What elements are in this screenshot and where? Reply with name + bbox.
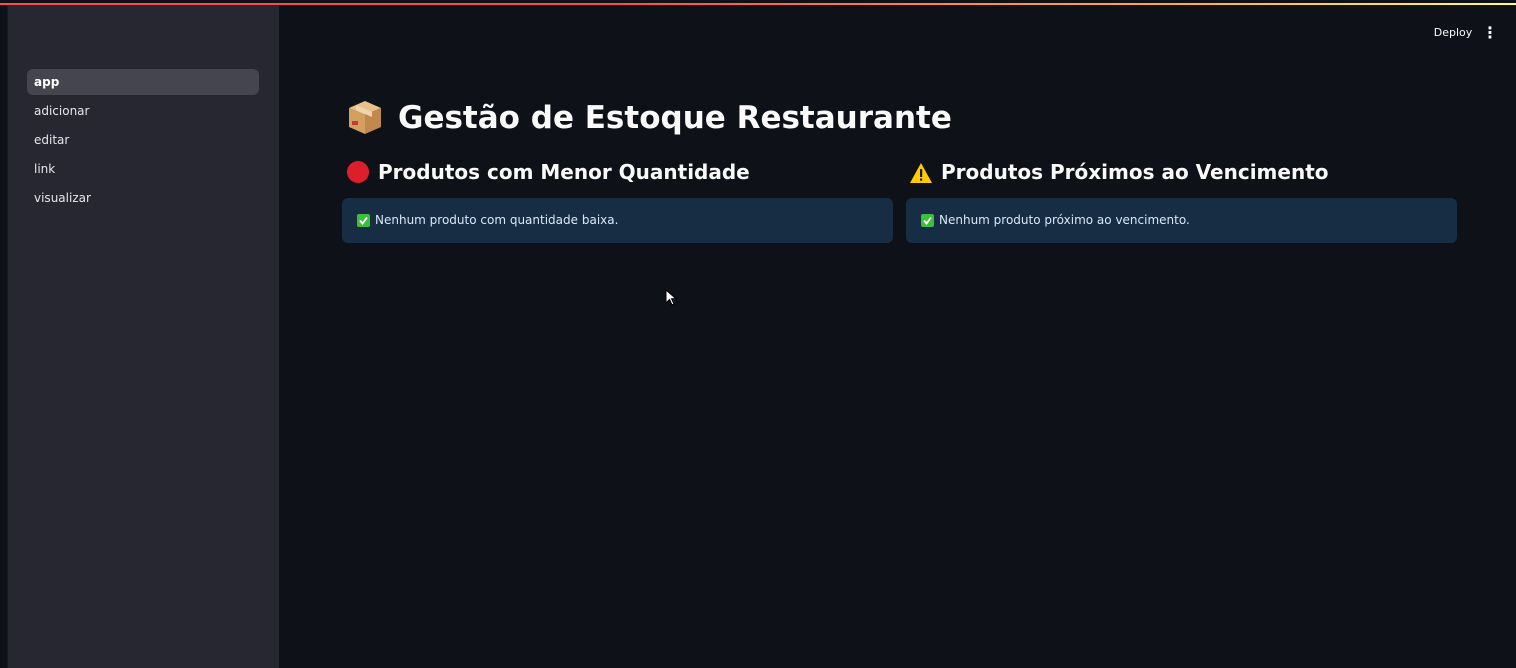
deploy-button[interactable]: Deploy	[1428, 23, 1478, 43]
package-box-icon	[349, 101, 381, 134]
vertical-ellipsis-icon[interactable]: ⋮	[1480, 23, 1500, 43]
sidebar: app adicionar editar link visualizar	[7, 5, 279, 668]
check-mark-icon	[357, 214, 370, 227]
subheader-near-expiry: Produtos Próximos ao Vencimento	[941, 160, 1329, 184]
mouse-cursor-icon	[665, 289, 677, 306]
sidebar-item-link[interactable]: link	[27, 156, 259, 182]
sidebar-item-visualizar[interactable]: visualizar	[27, 185, 259, 211]
sidebar-item-label: adicionar	[34, 104, 90, 118]
alert-text: Nenhum produto com quantidade baixa.	[375, 213, 619, 227]
check-mark-icon	[921, 214, 934, 227]
sidebar-item-adicionar[interactable]: adicionar	[27, 98, 259, 124]
sidebar-item-label: link	[34, 162, 56, 176]
info-alert-low-quantity: Nenhum produto com quantidade baixa.	[342, 198, 893, 243]
subheader-low-quantity: Produtos com Menor Quantidade	[378, 160, 750, 184]
sidebar-item-label: editar	[34, 133, 70, 147]
info-alert-near-expiry: Nenhum produto próximo ao vencimento.	[906, 198, 1457, 243]
sidebar-item-editar[interactable]: editar	[27, 127, 259, 153]
warning-icon	[910, 163, 932, 183]
sidebar-item-app[interactable]: app	[27, 69, 259, 95]
red-circle-icon	[347, 161, 369, 183]
sidebar-item-label: app	[34, 75, 60, 89]
alert-text: Nenhum produto próximo ao vencimento.	[939, 213, 1190, 227]
sidebar-item-label: visualizar	[34, 191, 91, 205]
page-title: Gestão de Estoque Restaurante	[398, 100, 952, 136]
